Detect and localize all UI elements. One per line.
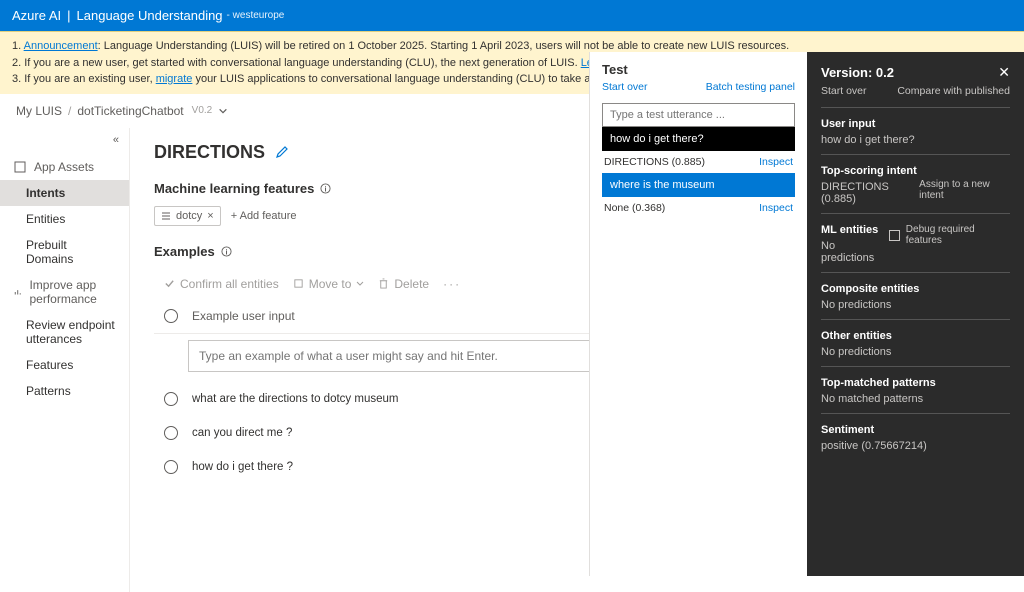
checkbox-icon — [889, 230, 900, 241]
ml-entities-heading: ML entities — [821, 224, 889, 236]
assets-icon — [14, 161, 26, 173]
test-typed-utterance[interactable]: how do i get there? — [602, 127, 795, 151]
trash-icon — [378, 278, 389, 289]
collapse-sidebar-button[interactable]: « — [0, 132, 129, 154]
sidebar-item-patterns[interactable]: Patterns — [0, 378, 129, 404]
info-icon[interactable]: i — [221, 246, 232, 257]
sidebar-section-app-assets: App Assets — [0, 154, 129, 180]
sentiment-value: positive (0.75667214) — [821, 440, 1010, 452]
debug-features-checkbox[interactable]: Debug required features — [889, 224, 1010, 246]
compare-published-link[interactable]: Compare with published — [897, 85, 1010, 97]
user-input-heading: User input — [821, 118, 1010, 130]
improve-icon — [14, 286, 21, 298]
remove-chip-icon[interactable]: × — [207, 210, 213, 222]
inspection-panel: Version: 0.2 ✕ Start over Compare with p… — [807, 52, 1024, 576]
row-select-radio[interactable] — [164, 426, 178, 440]
user-input-value: how do i get there? — [821, 134, 1010, 146]
feature-chip-dotcy[interactable]: dotcy × — [154, 206, 221, 226]
chevron-down-icon[interactable] — [218, 106, 228, 116]
migrate-link[interactable]: migrate — [156, 73, 193, 85]
examples-header-label: Example user input — [192, 309, 295, 323]
sidebar-item-entities[interactable]: Entities — [0, 206, 129, 232]
select-all-radio[interactable] — [164, 309, 178, 323]
info-icon[interactable]: i — [320, 183, 331, 194]
top-intent-value: DIRECTIONS (0.885) — [821, 181, 919, 205]
sidebar-section-improve: Improve app performance — [0, 272, 129, 312]
test-panel-title: Test — [602, 62, 795, 77]
other-entities-heading: Other entities — [821, 330, 1010, 342]
composite-entities-value: No predictions — [821, 299, 1010, 311]
patterns-heading: Top-matched patterns — [821, 377, 1010, 389]
inspect-link[interactable]: Inspect — [759, 156, 793, 168]
inspection-title: Version: 0.2 — [821, 65, 894, 80]
check-icon — [164, 278, 175, 289]
confirm-all-button[interactable]: Confirm all entities — [164, 277, 279, 291]
brand-text: Azure AI — [12, 8, 61, 23]
move-to-button[interactable]: Move to — [293, 277, 365, 291]
test-result-row: DIRECTIONS (0.885) Inspect — [602, 151, 795, 173]
row-select-radio[interactable] — [164, 460, 178, 474]
sidebar-item-prebuilt-domains[interactable]: Prebuilt Domains — [0, 232, 129, 272]
sidebar: « App Assets Intents Entities Prebuilt D… — [0, 128, 130, 592]
list-icon — [161, 211, 171, 221]
sidebar-item-review-utterances[interactable]: Review endpoint utterances — [0, 312, 129, 352]
announcement-link[interactable]: Announcement — [24, 40, 98, 52]
batch-testing-link[interactable]: Batch testing panel — [706, 81, 795, 93]
test-utterance-input[interactable] — [602, 103, 795, 127]
top-banner: Azure AI | Language Understanding - west… — [0, 0, 1024, 31]
top-intent-heading: Top-scoring intent — [821, 165, 919, 177]
test-selected-utterance[interactable]: where is the museum — [602, 173, 795, 197]
sidebar-item-features[interactable]: Features — [0, 352, 129, 378]
detail-start-over-link[interactable]: Start over — [821, 85, 867, 97]
row-select-radio[interactable] — [164, 392, 178, 406]
breadcrumb-version: V0.2 — [192, 105, 213, 116]
move-icon — [293, 278, 304, 289]
start-over-link[interactable]: Start over — [602, 81, 648, 93]
test-result-row: None (0.368) Inspect — [602, 197, 795, 219]
svg-text:i: i — [225, 247, 227, 256]
other-entities-value: No predictions — [821, 346, 1010, 358]
composite-entities-heading: Composite entities — [821, 283, 1010, 295]
inspect-link[interactable]: Inspect — [759, 202, 793, 214]
svg-text:i: i — [325, 184, 327, 193]
sidebar-item-intents[interactable]: Intents — [0, 180, 129, 206]
chevron-down-icon — [356, 280, 364, 288]
add-feature-button[interactable]: + Add feature — [231, 210, 297, 222]
assign-intent-link[interactable]: Assign to a new intent — [919, 179, 1010, 201]
close-icon[interactable]: ✕ — [998, 64, 1010, 81]
test-panel: Test Start over Batch testing panel how … — [589, 52, 807, 576]
edit-icon[interactable] — [275, 145, 289, 159]
delete-button[interactable]: Delete — [378, 277, 429, 291]
product-text: Language Understanding — [77, 8, 223, 23]
breadcrumb-app[interactable]: dotTicketingChatbot — [77, 104, 183, 118]
ml-entities-value: No predictions — [821, 240, 889, 264]
sentiment-heading: Sentiment — [821, 424, 1010, 436]
breadcrumb-root[interactable]: My LUIS — [16, 104, 62, 118]
region-text: - westeurope — [227, 10, 285, 21]
patterns-value: No matched patterns — [821, 393, 1010, 405]
more-button[interactable]: ··· — [443, 277, 461, 291]
